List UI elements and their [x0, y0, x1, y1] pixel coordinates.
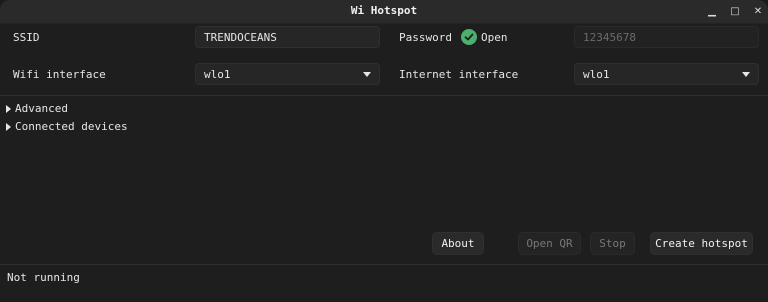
minimize-icon: ▁ [708, 5, 716, 17]
stop-button-label: Stop [599, 237, 626, 250]
open-qr-button[interactable]: Open QR [518, 232, 581, 255]
about-button-label: About [441, 237, 475, 250]
stop-button[interactable]: Stop [590, 232, 635, 255]
ssid-value: TRENDOCEANS [204, 30, 277, 44]
maximize-icon: □ [730, 5, 740, 17]
create-hotspot-button[interactable]: Create hotspot [650, 232, 753, 255]
ssid-input[interactable]: TRENDOCEANS [195, 26, 380, 48]
minimize-button[interactable]: ▁ [704, 3, 720, 19]
wifi-interface-select[interactable]: wlo1 [195, 63, 380, 85]
create-hotspot-button-label: Create hotspot [655, 237, 748, 250]
about-button[interactable]: About [432, 232, 484, 255]
chevron-down-icon [363, 72, 371, 77]
wifi-interface-value: wlo1 [204, 67, 231, 81]
password-placeholder: 12345678 [583, 30, 636, 44]
advanced-label: Advanced [15, 102, 68, 115]
wifi-interface-label: Wifi interface [13, 68, 106, 81]
password-input[interactable]: 12345678 [574, 26, 759, 48]
status-text: Not running [7, 271, 80, 284]
ssid-label: SSID [13, 31, 40, 44]
close-icon: ✕ [753, 5, 763, 17]
status-divider [0, 264, 768, 265]
window-title: Wi Hotspot [350, 4, 418, 17]
checkmark-icon [464, 33, 474, 41]
open-label: Open [481, 31, 508, 44]
internet-interface-label: Internet interface [399, 68, 519, 81]
password-label: Password [399, 31, 452, 44]
chevron-right-icon [6, 104, 11, 113]
connected-devices-expander[interactable]: Connected devices [6, 120, 128, 133]
connected-devices-label: Connected devices [15, 120, 128, 133]
chevron-right-icon [6, 122, 11, 131]
close-button[interactable]: ✕ [750, 3, 766, 19]
app-window: Wi Hotspot ▁ □ ✕ SSID TRENDOCEANS Passwo… [0, 0, 768, 302]
chevron-down-icon [742, 72, 750, 77]
internet-interface-select[interactable]: wlo1 [574, 63, 759, 85]
open-qr-button-label: Open QR [526, 237, 573, 250]
maximize-button[interactable]: □ [727, 3, 743, 19]
divider [0, 95, 768, 96]
open-checkbox[interactable] [461, 29, 477, 45]
internet-interface-value: wlo1 [583, 67, 610, 81]
title-bar[interactable]: Wi Hotspot ▁ □ ✕ [0, 0, 768, 24]
advanced-expander[interactable]: Advanced [6, 102, 68, 115]
